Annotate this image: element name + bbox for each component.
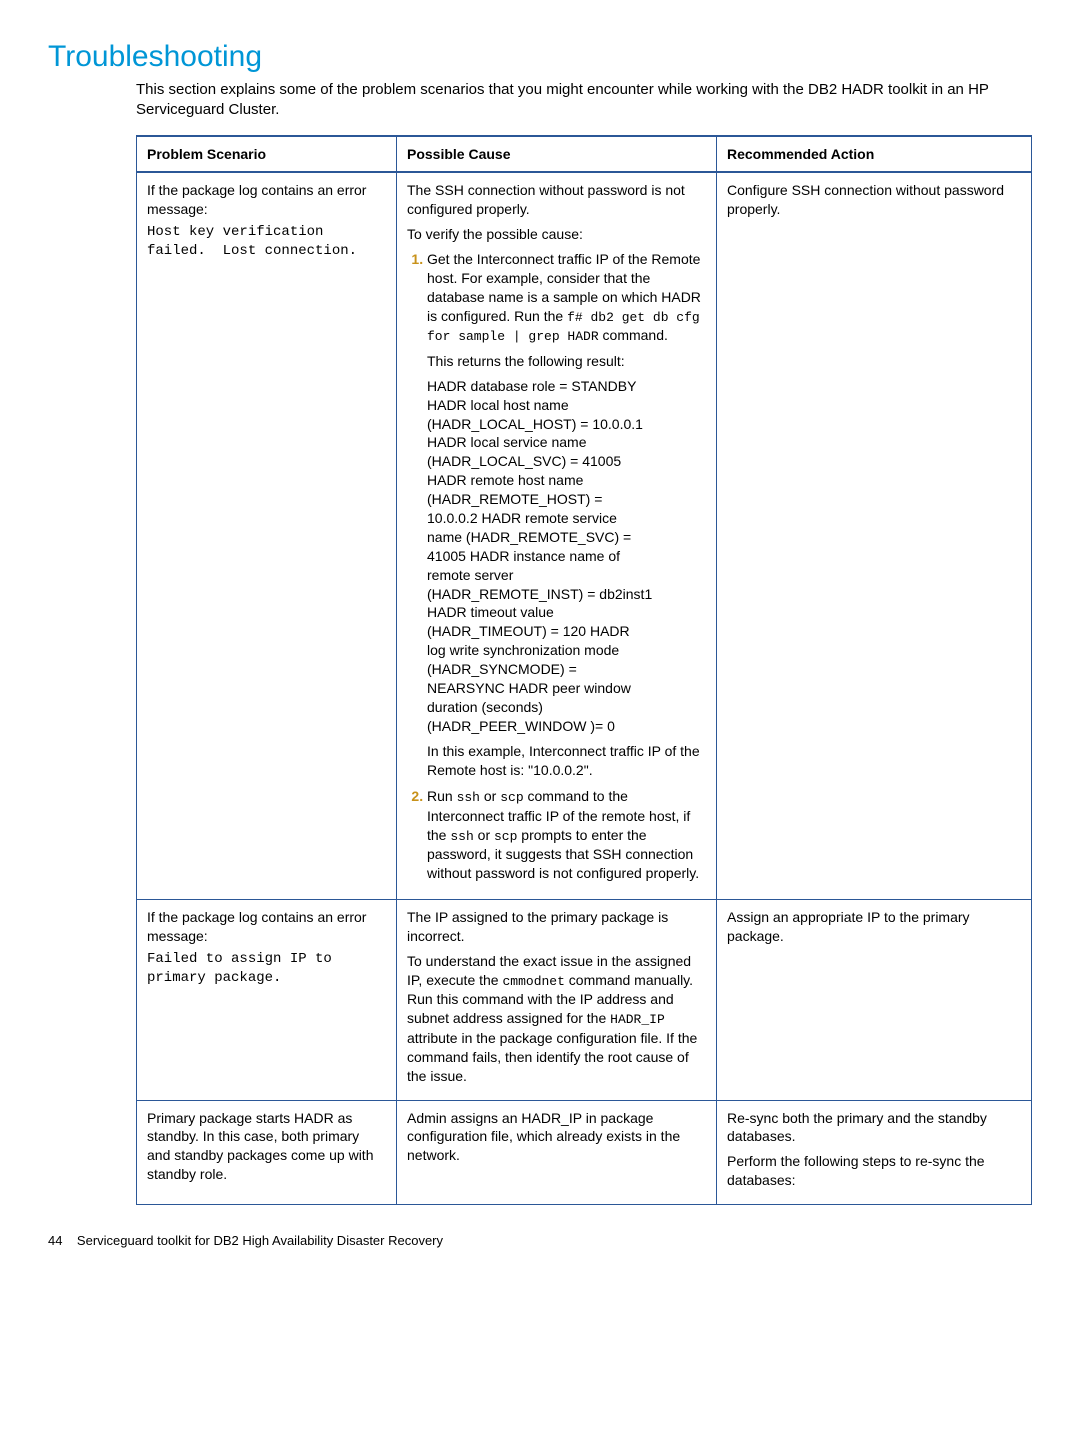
step2-mid1: or xyxy=(480,788,500,804)
action-cell: Assign an appropriate IP to the primary … xyxy=(717,900,1032,1100)
verify-step-2: Run ssh or scp command to the Interconne… xyxy=(427,787,706,883)
col-header-problem-scenario: Problem Scenario xyxy=(137,136,397,173)
cause-cell: The IP assigned to the primary package i… xyxy=(397,900,717,1100)
running-title: Serviceguard toolkit for DB2 High Availa… xyxy=(77,1233,443,1248)
page-footer: 44 Serviceguard toolkit for DB2 High Ava… xyxy=(48,1233,1032,1248)
cause-cmd-cmmodnet: cmmodnet xyxy=(502,974,564,989)
cause-lead: The IP assigned to the primary package i… xyxy=(407,908,706,946)
cause-cell: The SSH connection without password is n… xyxy=(397,172,717,899)
cause-cell: Admin assigns an HADR_IP in package conf… xyxy=(397,1100,717,1205)
step2-pre: Run xyxy=(427,788,457,804)
troubleshooting-table: Problem Scenario Possible Cause Recommen… xyxy=(136,135,1032,1206)
action-cell: Re-sync both the primary and the standby… xyxy=(717,1100,1032,1205)
step2-cmd-scp-2: scp xyxy=(494,829,517,844)
action-line-1: Re-sync both the primary and the standby… xyxy=(727,1109,1021,1147)
scenario-text: If the package log contains an error mes… xyxy=(147,908,386,946)
table-header-row: Problem Scenario Possible Cause Recommen… xyxy=(137,136,1032,173)
scenario-cell: Primary package starts HADR as standby. … xyxy=(137,1100,397,1205)
action-line-2: Perform the following steps to re-sync t… xyxy=(727,1152,1021,1190)
cause-body: To understand the exact issue in the ass… xyxy=(407,952,706,1086)
cause-body-tail: attribute in the package configuration f… xyxy=(407,1030,697,1084)
scenario-code: Host key verification failed. Lost conne… xyxy=(147,223,386,261)
intro-paragraph: This section explains some of the proble… xyxy=(136,80,1032,121)
example-line: In this example, Interconnect traffic IP… xyxy=(427,742,706,780)
returns-line: This returns the following result: xyxy=(427,352,706,371)
verify-steps: Get the Interconnect traffic IP of the R… xyxy=(407,250,706,883)
col-header-possible-cause: Possible Cause xyxy=(397,136,717,173)
scenario-code: Failed to assign IP to primary package. xyxy=(147,950,386,988)
col-header-recommended-action: Recommended Action xyxy=(717,136,1032,173)
step2-cmd-ssh: ssh xyxy=(457,790,480,805)
action-cell: Configure SSH connection without passwor… xyxy=(717,172,1032,899)
table-row: Primary package starts HADR as standby. … xyxy=(137,1100,1032,1205)
step2-cmd-scp: scp xyxy=(500,790,523,805)
step2-cmd-ssh-2: ssh xyxy=(450,829,473,844)
scenario-cell: If the package log contains an error mes… xyxy=(137,900,397,1100)
scenario-text: If the package log contains an error mes… xyxy=(147,181,386,219)
page-number: 44 xyxy=(48,1233,62,1248)
cause-lead: The SSH connection without password is n… xyxy=(407,181,706,219)
verify-heading: To verify the possible cause: xyxy=(407,225,706,244)
step2-mid3: or xyxy=(474,827,494,843)
hadr-output: HADR database role = STANDBY HADR local … xyxy=(427,377,706,736)
scenario-cell: If the package log contains an error mes… xyxy=(137,172,397,899)
step1-cmd-suffix: command. xyxy=(599,327,668,343)
cause-cmd-hadr-ip: HADR_IP xyxy=(610,1012,665,1027)
table-row: If the package log contains an error mes… xyxy=(137,900,1032,1100)
verify-step-1: Get the Interconnect traffic IP of the R… xyxy=(427,250,706,779)
page-heading: Troubleshooting xyxy=(48,40,1032,74)
table-row: If the package log contains an error mes… xyxy=(137,172,1032,899)
